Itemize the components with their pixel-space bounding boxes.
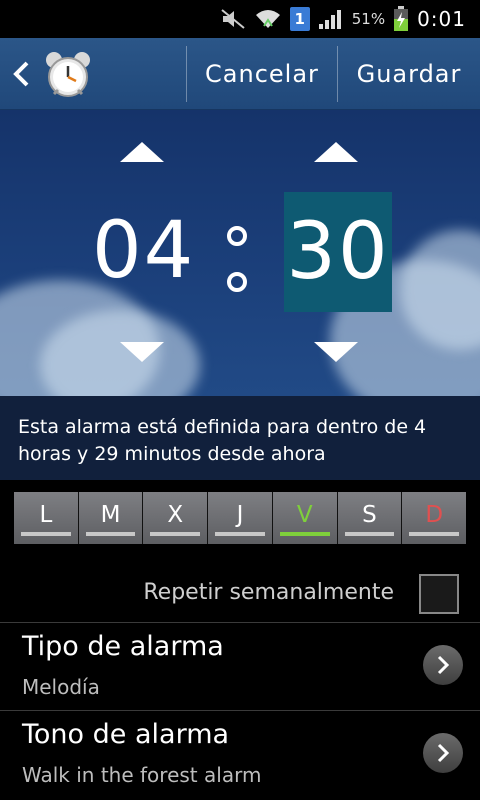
day-button-monday[interactable]: L [14,492,78,544]
day-button-thursday[interactable]: J [208,492,272,544]
alarm-type-row[interactable]: Tipo de alarma Melodía [0,622,480,710]
minutes-value: 30 [286,207,390,297]
repeat-weekly-row: Repetir semanalmente [0,566,480,622]
day-label: D [425,502,444,528]
wifi-icon [254,8,282,30]
day-button-sunday[interactable]: D [402,492,467,544]
day-label: J [236,502,244,528]
save-button[interactable]: Guardar [338,38,480,110]
status-bar: 1 51% 0:01 [0,0,480,38]
hour-decrement-button[interactable] [120,342,164,362]
alarm-clock-icon[interactable] [42,48,94,100]
minute-decrement-button[interactable] [314,342,358,362]
time-picker: 04 30 [0,110,480,396]
alarm-info-text: Esta alarma está definida para dentro de… [0,396,480,480]
day-button-saturday[interactable]: S [337,492,402,544]
day-selector: L M X J V S D [0,480,480,566]
minute-increment-button[interactable] [314,142,358,162]
alarm-tone-title: Tono de alarma [22,719,230,750]
day-label: M [100,502,121,528]
alarm-tone-row[interactable]: Tono de alarma Walk in the forest alarm [0,710,480,798]
hour-increment-button[interactable] [120,142,164,162]
chevron-right-icon [423,733,463,773]
alarm-type-value: Melodía [22,675,100,699]
day-indicator [344,532,395,536]
day-indicator [215,532,265,536]
day-label: X [167,502,184,528]
sim-badge: 1 [289,7,310,31]
alarm-tone-value: Walk in the forest alarm [22,763,262,787]
day-indicator [21,532,71,536]
signal-icon [318,8,344,30]
day-label: L [39,502,53,528]
back-arrow-icon [13,61,29,86]
battery-charging-icon [393,6,409,32]
alarm-type-title: Tipo de alarma [22,631,224,662]
minutes-field[interactable]: 30 [284,192,392,312]
clock: 0:01 [417,7,466,31]
day-indicator [409,532,460,536]
day-indicator [279,532,330,536]
day-label: S [362,502,377,528]
chevron-right-icon [423,645,463,685]
colon-separator [226,220,248,300]
back-button[interactable] [12,38,34,110]
day-label: V [296,502,313,528]
repeat-weekly-checkbox[interactable] [419,574,459,614]
cancel-button[interactable]: Cancelar [187,38,337,110]
hours-field[interactable]: 04 [92,206,195,296]
action-bar: Cancelar Guardar [0,38,480,110]
day-button-tuesday[interactable]: M [78,492,143,544]
repeat-weekly-label: Repetir semanalmente [143,580,394,605]
day-button-friday[interactable]: V [272,492,337,544]
day-indicator [85,532,136,536]
day-button-wednesday[interactable]: X [143,492,208,544]
battery-percent: 51% [351,10,386,28]
mute-icon [220,8,246,30]
day-indicator [150,532,201,536]
